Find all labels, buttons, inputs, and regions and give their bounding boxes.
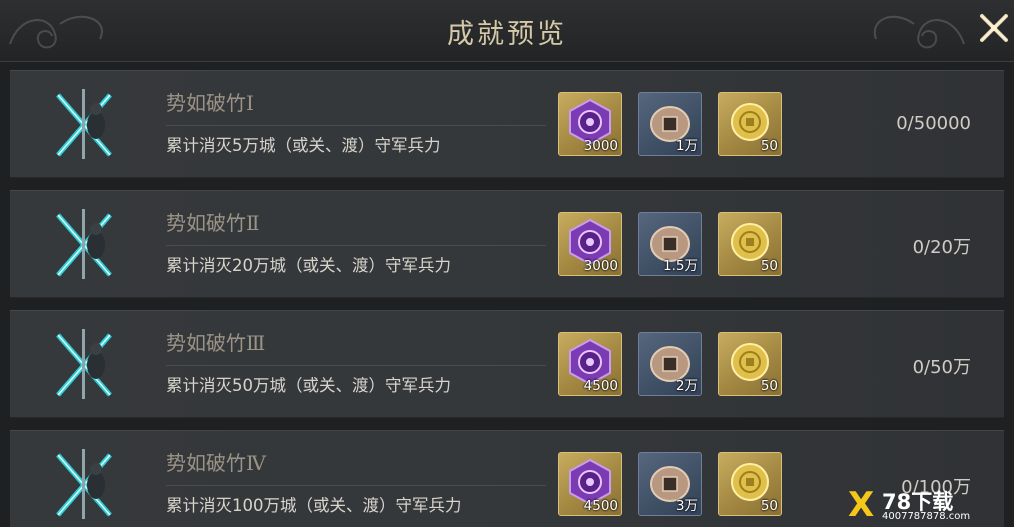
list-item[interactable]: 势如破竹Ⅰ 累计消灭5万城（或关、渡）守军兵力 3000 1万 50 0/500… <box>10 70 1004 178</box>
header-bar: 成就预览 <box>0 0 1014 62</box>
list-item[interactable]: 势如破竹Ⅱ 累计消灭20万城（或关、渡）守军兵力 3000 1.5万 50 0/… <box>10 190 1004 298</box>
crossed-spears-warrior-icon <box>56 209 112 279</box>
achievement-name: 势如破竹Ⅰ <box>166 91 254 115</box>
divider <box>166 245 546 246</box>
achievement-description: 累计消灭5万城（或关、渡）守军兵力 <box>166 136 441 155</box>
achievement-name: 势如破竹Ⅱ <box>166 211 260 235</box>
page-title: 成就预览 <box>447 19 567 50</box>
reward-slot[interactable]: 50 <box>718 332 782 396</box>
watermark-logo: X <box>848 485 875 525</box>
reward-slot[interactable]: 3000 <box>558 92 622 156</box>
progress-text: 0/20万 <box>912 237 971 258</box>
reward-slot[interactable]: 3万 <box>638 452 702 516</box>
reward-quantity: 3000 <box>583 138 618 154</box>
achievement-description: 累计消灭100万城（或关、渡）守军兵力 <box>166 496 462 515</box>
list-item[interactable]: 势如破竹Ⅲ 累计消灭50万城（或关、渡）守军兵力 4500 2万 50 0/50… <box>10 310 1004 418</box>
reward-slot[interactable]: 3000 <box>558 212 622 276</box>
divider <box>166 125 546 126</box>
reward-quantity: 3000 <box>583 258 618 274</box>
cloud-ornament-icon <box>873 15 965 49</box>
reward-slot[interactable]: 50 <box>718 92 782 156</box>
progress-text: 0/50000 <box>896 113 971 134</box>
reward-slot[interactable]: 50 <box>718 212 782 276</box>
reward-quantity: 2万 <box>675 378 698 394</box>
reward-slot[interactable]: 2万 <box>638 332 702 396</box>
reward-quantity: 4500 <box>583 498 618 514</box>
divider <box>166 365 546 366</box>
crossed-spears-warrior-icon <box>56 89 112 159</box>
achievement-description: 累计消灭20万城（或关、渡）守军兵力 <box>166 256 451 275</box>
close-icon[interactable] <box>976 10 1012 46</box>
reward-quantity: 3万 <box>675 498 698 514</box>
reward-slot[interactable]: 50 <box>718 452 782 516</box>
reward-slot[interactable]: 4500 <box>558 332 622 396</box>
crossed-spears-warrior-icon <box>56 449 112 519</box>
progress-text: 0/50万 <box>912 357 971 378</box>
reward-quantity: 50 <box>760 378 778 394</box>
divider <box>166 485 546 486</box>
achievement-name: 势如破竹Ⅳ <box>166 451 266 475</box>
reward-quantity: 50 <box>760 138 778 154</box>
watermark-url: 4007787878.com <box>882 511 971 522</box>
reward-slot[interactable]: 1万 <box>638 92 702 156</box>
reward-slot[interactable]: 4500 <box>558 452 622 516</box>
crossed-spears-warrior-icon <box>56 329 112 399</box>
reward-quantity: 1.5万 <box>663 258 698 274</box>
reward-slot[interactable]: 1.5万 <box>638 212 702 276</box>
achievement-description: 累计消灭50万城（或关、渡）守军兵力 <box>166 376 451 395</box>
site-watermark: X 78下载 4007787878.com <box>848 485 1008 525</box>
reward-quantity: 1万 <box>675 138 698 154</box>
reward-quantity: 50 <box>760 258 778 274</box>
reward-quantity: 4500 <box>583 378 618 394</box>
reward-quantity: 50 <box>760 498 778 514</box>
achievement-name: 势如破竹Ⅲ <box>166 331 266 355</box>
